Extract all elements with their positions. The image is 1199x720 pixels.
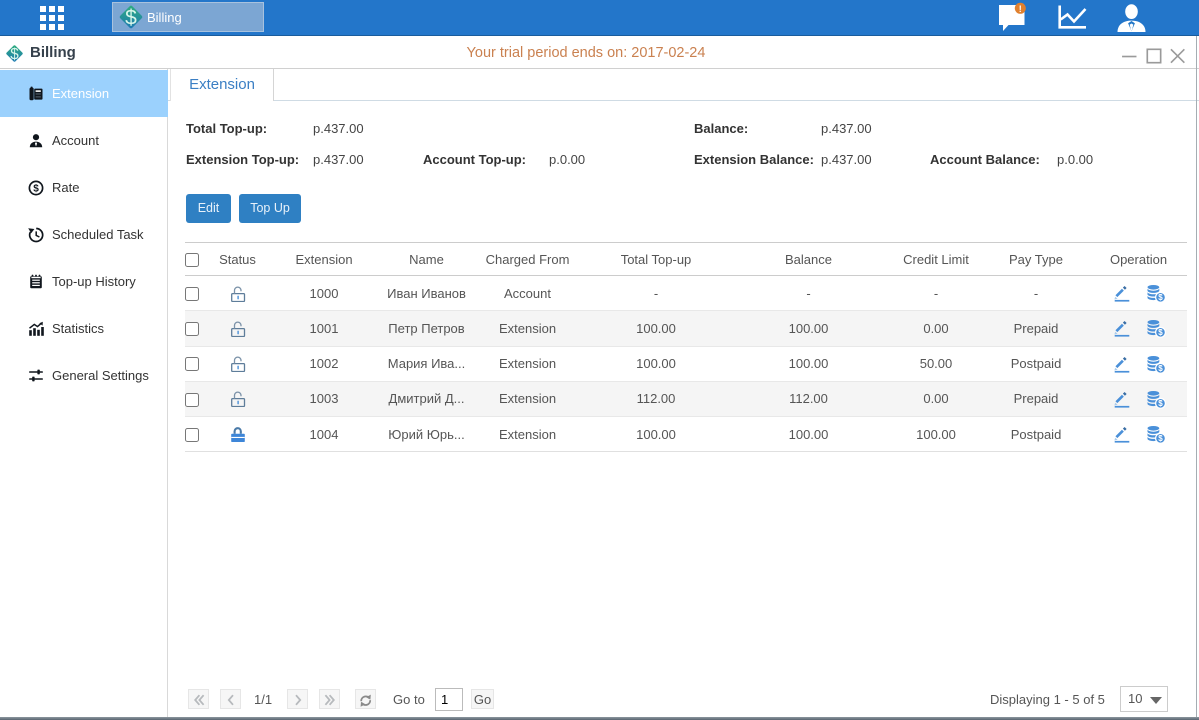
svg-text:$: $	[125, 7, 137, 30]
svg-text:$: $	[33, 184, 39, 195]
svg-text:$: $	[10, 46, 19, 63]
svg-text:!: !	[1019, 4, 1022, 14]
